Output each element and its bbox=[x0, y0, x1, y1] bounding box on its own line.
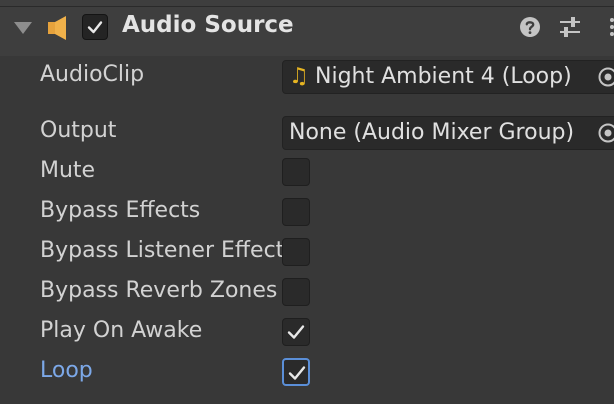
header-divider bbox=[0, 6, 614, 7]
object-picker-icon[interactable] bbox=[597, 66, 614, 88]
component-enabled-checkbox[interactable] bbox=[82, 14, 108, 40]
bypass-effects-label: Bypass Effects bbox=[40, 198, 201, 223]
loop-checkbox[interactable] bbox=[282, 358, 310, 386]
checkmark-icon bbox=[287, 325, 305, 339]
bypass-effects-checkbox[interactable] bbox=[282, 198, 310, 226]
component-header: Audio Source bbox=[0, 0, 614, 56]
checkmark-icon bbox=[87, 21, 103, 34]
audioclip-value: Night Ambient 4 (Loop) bbox=[315, 64, 572, 89]
bypass-listener-effects-checkbox[interactable] bbox=[282, 238, 310, 266]
mute-checkbox[interactable] bbox=[282, 158, 310, 186]
foldout-arrow-icon[interactable] bbox=[14, 22, 32, 34]
output-field[interactable]: None (Audio Mixer Group) bbox=[282, 116, 614, 150]
help-icon[interactable] bbox=[519, 16, 541, 38]
play-on-awake-checkbox[interactable] bbox=[282, 318, 310, 346]
loop-label: Loop bbox=[40, 358, 93, 383]
audioclip-label: AudioClip bbox=[40, 62, 145, 87]
audioclip-field[interactable]: ♫ Night Ambient 4 (Loop) bbox=[282, 60, 614, 94]
bypass-reverb-zones-checkbox[interactable] bbox=[282, 278, 310, 306]
object-picker-icon[interactable] bbox=[597, 122, 614, 144]
audioclip-value-wrap: ♫ Night Ambient 4 (Loop) bbox=[289, 64, 572, 89]
music-note-icon: ♫ bbox=[289, 64, 309, 89]
bypass-reverb-zones-label: Bypass Reverb Zones bbox=[40, 278, 278, 303]
presets-sliders-icon[interactable] bbox=[558, 16, 582, 38]
component-title: Audio Source bbox=[122, 12, 294, 38]
play-on-awake-label: Play On Awake bbox=[40, 318, 203, 343]
bypass-listener-effects-label: Bypass Listener Effects bbox=[40, 238, 282, 263]
speaker-icon bbox=[48, 16, 66, 40]
mute-label: Mute bbox=[40, 158, 96, 183]
more-options-icon[interactable] bbox=[602, 16, 614, 38]
output-label: Output bbox=[40, 118, 117, 143]
checkmark-icon bbox=[288, 366, 306, 380]
output-value: None (Audio Mixer Group) bbox=[289, 120, 575, 145]
